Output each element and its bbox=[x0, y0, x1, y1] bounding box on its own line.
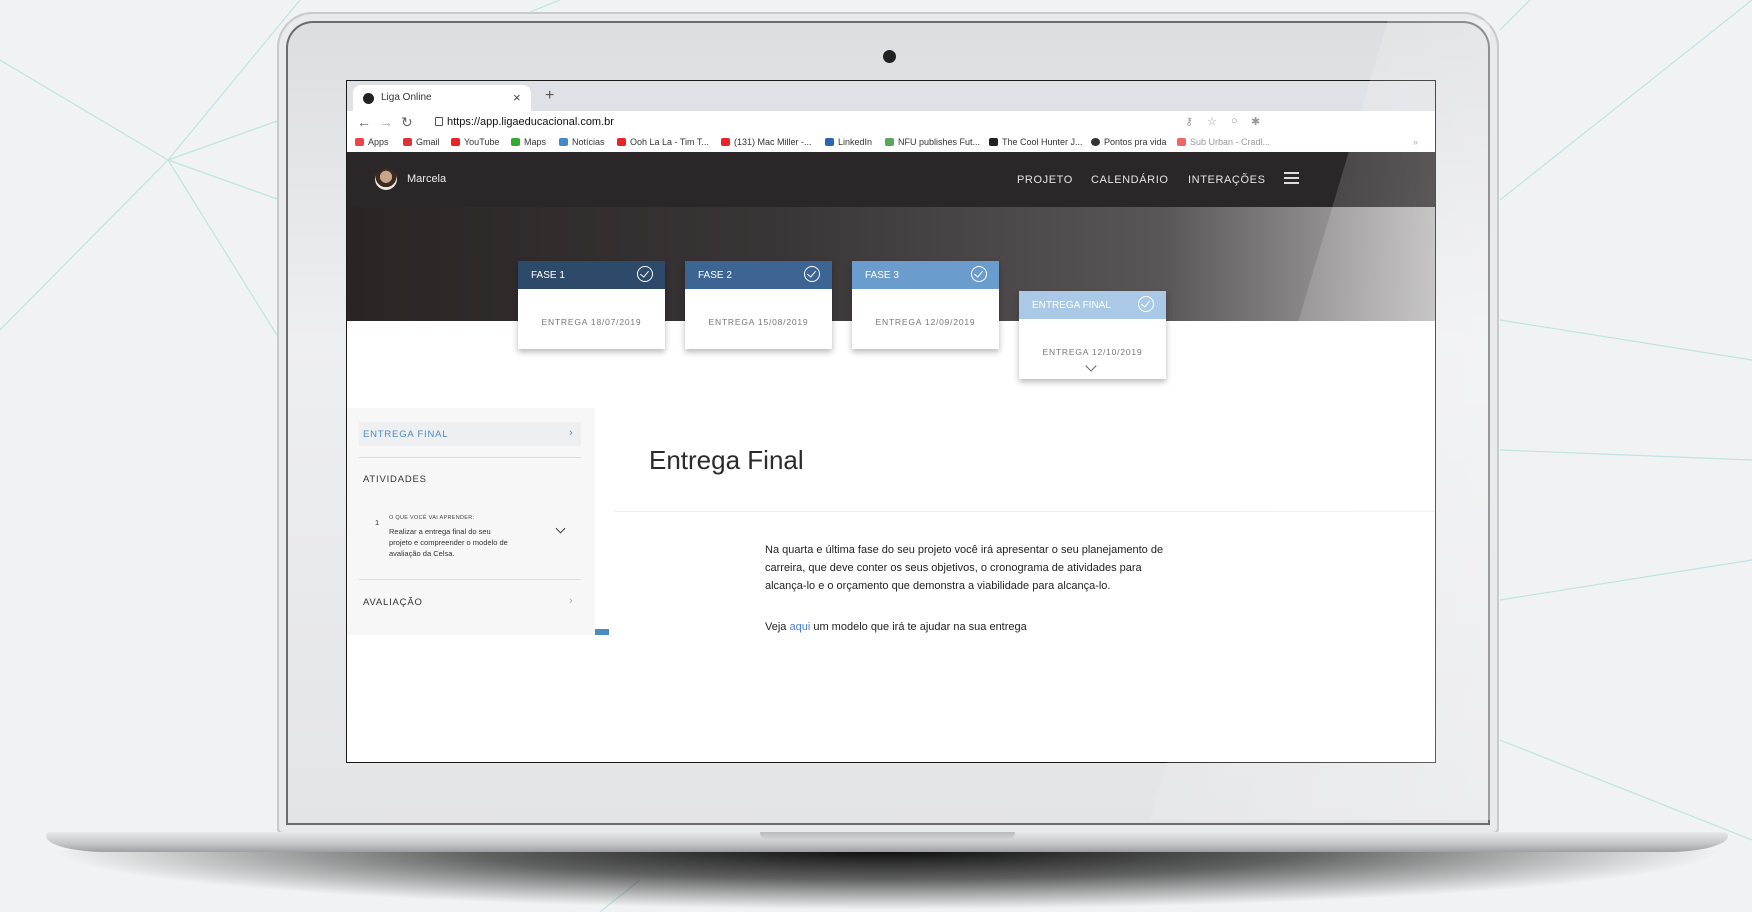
phase-card-1[interactable]: FASE 1 ENTREGA 18/07/2019 bbox=[518, 261, 665, 349]
news-icon bbox=[559, 138, 568, 146]
scroll-indicator bbox=[595, 629, 609, 635]
activity-description: Realizar a entrega final do seu projeto … bbox=[389, 527, 508, 558]
check-circle-icon bbox=[804, 266, 820, 282]
chevron-down-icon[interactable] bbox=[1085, 360, 1097, 372]
nfu-icon bbox=[885, 138, 894, 146]
globe-icon bbox=[1091, 138, 1100, 146]
menu-icon[interactable] bbox=[1284, 172, 1299, 184]
laptop-shadow bbox=[46, 850, 1728, 910]
phase-card-header: ENTREGA FINAL bbox=[1019, 291, 1166, 319]
description-paragraph: Na quarta e última fase do seu projeto v… bbox=[765, 544, 1164, 592]
star-icon[interactable]: ☆ bbox=[1207, 115, 1217, 128]
divider bbox=[614, 511, 1435, 512]
user-name: Marcela bbox=[407, 173, 447, 185]
reload-icon[interactable]: ↻ bbox=[401, 114, 413, 131]
divider bbox=[359, 579, 581, 580]
avatar[interactable] bbox=[375, 168, 397, 190]
nav-projeto[interactable]: PROJETO bbox=[1017, 174, 1073, 186]
lock-icon bbox=[435, 117, 443, 126]
nav-interacoes[interactable]: INTERAÇÕES bbox=[1188, 174, 1266, 186]
chevron-right-icon: › bbox=[569, 427, 573, 439]
nav-calendario[interactable]: CALENDÁRIO bbox=[1091, 174, 1169, 186]
maps-icon bbox=[511, 138, 520, 146]
phase-card-header: FASE 3 bbox=[852, 261, 999, 289]
bookmark-ooh-la-la[interactable]: Ooh La La - Tim T... bbox=[617, 137, 709, 147]
bookmark-linkedin[interactable]: LinkedIn bbox=[825, 137, 872, 147]
phase-date: ENTREGA 12/10/2019 bbox=[1042, 347, 1143, 357]
phase-card-header: FASE 1 bbox=[518, 261, 665, 289]
bookmark-noticias[interactable]: Notícias bbox=[559, 137, 605, 147]
bookmark-sub-urban[interactable]: Sub Urban - Cradl... bbox=[1177, 137, 1270, 147]
phase-title: FASE 1 bbox=[531, 270, 565, 281]
youtube-icon bbox=[451, 138, 460, 146]
site-header: Marcela PROJETO CALENDÁRIO INTERAÇÕES bbox=[347, 152, 1435, 207]
phase-title: ENTREGA FINAL bbox=[1032, 300, 1111, 311]
address-bar[interactable]: https://app.ligaeducacional.com.br bbox=[431, 113, 1331, 132]
linkedin-icon bbox=[825, 138, 834, 146]
phase-card-3[interactable]: FASE 3 ENTREGA 12/09/2019 bbox=[852, 261, 999, 349]
check-circle-icon bbox=[1138, 296, 1154, 312]
url-text: https://app.ligaeducacional.com.br bbox=[447, 116, 614, 128]
new-tab-button[interactable]: + bbox=[545, 87, 554, 105]
back-arrow-icon[interactable]: ← bbox=[357, 114, 371, 130]
check-circle-icon bbox=[637, 266, 653, 282]
laptop-notch bbox=[760, 832, 1015, 840]
aqui-link[interactable]: aqui bbox=[789, 621, 810, 633]
apps-grid-icon bbox=[355, 138, 364, 146]
forward-arrow-icon[interactable]: → bbox=[379, 114, 393, 130]
sidebar-item-label: AVALIAÇÃO bbox=[363, 597, 423, 608]
extension-circle-icon[interactable]: ○ bbox=[1231, 115, 1238, 127]
activity-number: 1 bbox=[375, 518, 380, 527]
model-link-paragraph: Veja aqui um modelo que irá te ajudar na… bbox=[765, 621, 1027, 633]
tab-title: Liga Online bbox=[381, 92, 432, 103]
browser-tab-strip: Liga Online × + bbox=[347, 81, 1435, 111]
chevron-down-icon[interactable] bbox=[555, 523, 566, 534]
phase-title: FASE 2 bbox=[698, 270, 732, 281]
gmail-icon bbox=[403, 138, 412, 146]
youtube-icon bbox=[721, 138, 730, 146]
sidebar-item-label: ENTREGA FINAL bbox=[363, 429, 449, 440]
laptop-screen: Liga Online × + ← → ↻ https://app.ligaed… bbox=[346, 80, 1436, 763]
sidebar: ENTREGA FINAL › ATIVIDADES 1 O QUE VOCÊ … bbox=[347, 408, 595, 635]
phase-title: FASE 3 bbox=[865, 270, 899, 281]
youtube-icon bbox=[1177, 138, 1186, 146]
activity-kicker: O QUE VOCÊ VAI APRENDER: bbox=[389, 515, 475, 521]
bookmarks-bar: Apps Gmail YouTube Maps Notícias Ooh La … bbox=[347, 134, 1435, 153]
puzzle-icon[interactable]: ✱ bbox=[1251, 115, 1260, 128]
phase-date: ENTREGA 12/09/2019 bbox=[875, 317, 976, 327]
check-circle-icon bbox=[971, 266, 987, 282]
chevron-right-icon: › bbox=[569, 595, 573, 607]
close-tab-button[interactable]: × bbox=[513, 90, 521, 105]
bookmark-apps[interactable]: Apps bbox=[355, 137, 389, 147]
more-bookmarks-button[interactable]: » bbox=[1413, 137, 1418, 147]
bookmark-gmail[interactable]: Gmail bbox=[403, 137, 440, 147]
browser-tab[interactable]: Liga Online × bbox=[353, 85, 531, 111]
bookmark-nfu[interactable]: NFU publishes Fut... bbox=[885, 137, 980, 147]
bookmark-cool-hunter[interactable]: The Cool Hunter J... bbox=[989, 137, 1083, 147]
phase-date: ENTREGA 15/08/2019 bbox=[708, 317, 809, 327]
browser-toolbar: ← → ↻ https://app.ligaeducacional.com.br… bbox=[347, 111, 1435, 134]
camera-icon bbox=[883, 50, 896, 63]
sidebar-item-entrega-final[interactable]: ENTREGA FINAL › bbox=[359, 422, 581, 446]
phase-card-2[interactable]: FASE 2 ENTREGA 15/08/2019 bbox=[685, 261, 832, 349]
bookmark-maps[interactable]: Maps bbox=[511, 137, 546, 147]
youtube-icon bbox=[617, 138, 626, 146]
phase-card-final[interactable]: ENTREGA FINAL ENTREGA 12/10/2019 bbox=[1019, 291, 1166, 379]
phase-date: ENTREGA 18/07/2019 bbox=[541, 317, 642, 327]
sidebar-item-avaliacao[interactable]: AVALIAÇÃO › bbox=[359, 590, 581, 614]
site-favicon-icon bbox=[363, 93, 374, 104]
cool-hunter-icon bbox=[989, 138, 998, 146]
key-icon[interactable]: ⚷ bbox=[1185, 115, 1193, 128]
bookmark-mac-miller[interactable]: (131) Mac Miller -... bbox=[721, 137, 812, 147]
divider bbox=[359, 457, 581, 458]
bookmark-youtube[interactable]: YouTube bbox=[451, 137, 499, 147]
bookmark-pontos[interactable]: Pontos pra vida bbox=[1091, 137, 1167, 147]
atividades-heading: ATIVIDADES bbox=[363, 474, 427, 485]
page-title: Entrega Final bbox=[649, 445, 804, 475]
phase-card-header: FASE 2 bbox=[685, 261, 832, 289]
